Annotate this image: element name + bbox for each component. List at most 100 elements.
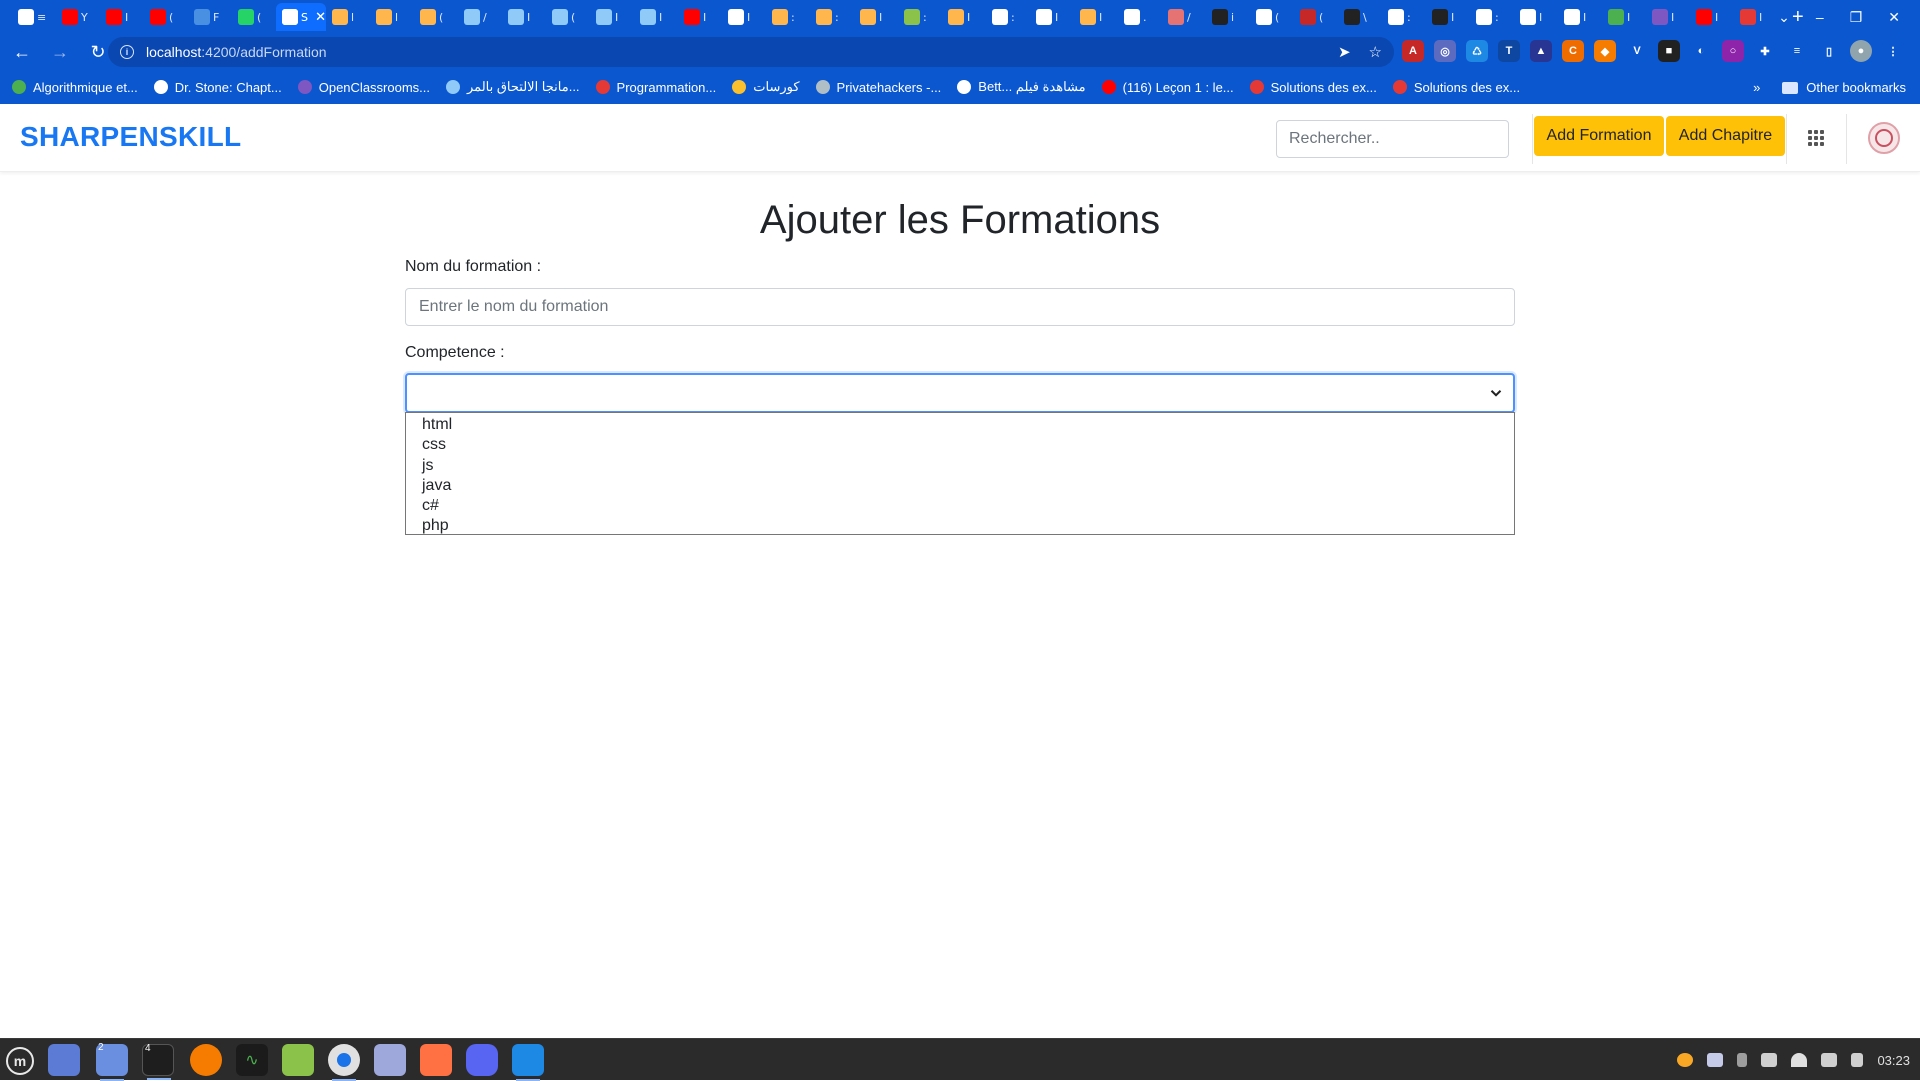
hat-extension-icon[interactable]: ■ (1658, 40, 1680, 62)
apps-grid-icon[interactable] (1808, 130, 1824, 146)
sublime-icon[interactable] (420, 1044, 452, 1076)
firefox-icon[interactable] (190, 1044, 222, 1076)
browser-tab[interactable]: I (1734, 3, 1778, 31)
browser-tab[interactable]: l (370, 3, 414, 31)
tray-app-icon[interactable] (1677, 1053, 1694, 1067)
search-input[interactable] (1276, 120, 1509, 158)
vscode-icon[interactable] (512, 1044, 544, 1081)
browser-tab[interactable]: I (1558, 3, 1602, 31)
close-tab-icon[interactable]: ✕ (315, 9, 326, 25)
browser-tab[interactable]: F (188, 3, 232, 31)
adblock-extension-icon[interactable]: A (1402, 40, 1424, 62)
browser-tab[interactable]: ( (1250, 3, 1294, 31)
browser-tab[interactable]: I (942, 3, 986, 31)
c-extension-icon[interactable]: C (1562, 40, 1584, 62)
browser-tab[interactable]: : (1382, 3, 1426, 31)
browser-tab[interactable]: I (1030, 3, 1074, 31)
bookmark-star-icon[interactable]: ☆ (1369, 43, 1382, 61)
browser-tab[interactable]: I (1514, 3, 1558, 31)
formation-name-input[interactable] (405, 288, 1515, 326)
browser-tab[interactable]: / (1162, 3, 1206, 31)
user-avatar[interactable] (1868, 122, 1900, 154)
discord-tray-icon[interactable] (1707, 1053, 1724, 1067)
bookmark-item[interactable]: Programmation... (595, 80, 716, 95)
browser-tab[interactable]: ( (414, 3, 458, 31)
browser-tab[interactable]: S ✕ (276, 3, 326, 31)
browser-tab[interactable]: ≡ (12, 3, 56, 31)
browser-tab[interactable]: I (1690, 3, 1734, 31)
show-desktop-icon[interactable] (48, 1044, 80, 1076)
browser-tab[interactable]: : (898, 3, 942, 31)
discord-icon[interactable] (466, 1044, 498, 1076)
maximize-icon[interactable]: ❐ (1850, 9, 1863, 26)
color-extension-icon[interactable]: ○ (1722, 40, 1744, 62)
minimize-icon[interactable]: – (1816, 9, 1824, 25)
circle-extension-icon[interactable]: ◐ (1690, 40, 1712, 62)
browser-tab[interactable]: \ (1338, 3, 1382, 31)
terminal-icon[interactable]: 4 (142, 1043, 174, 1080)
browser-tab[interactable]: I (1074, 3, 1118, 31)
browser-tab[interactable]: I (1426, 3, 1470, 31)
puzzle-extensions-icon[interactable]: ✚ (1754, 40, 1776, 62)
graduation-extension-icon[interactable]: ▲ (1530, 40, 1552, 62)
chrome-icon[interactable] (328, 1044, 360, 1081)
bookmark-item[interactable]: مانجا الالتحاق بالمر... (446, 79, 580, 95)
other-bookmarks-folder[interactable]: Other bookmarks (1782, 80, 1906, 95)
browser-tab[interactable]: ( (1294, 3, 1338, 31)
text-editor-icon[interactable] (374, 1044, 406, 1076)
competence-option[interactable]: html (406, 415, 1514, 435)
browser-tab[interactable]: I (100, 3, 144, 31)
bookmark-item[interactable]: Algorithmique et... (12, 80, 138, 95)
browser-tab[interactable]: . (1118, 3, 1162, 31)
competence-option[interactable]: c# (406, 496, 1514, 516)
browser-tab[interactable]: : (1470, 3, 1514, 31)
browser-tab[interactable]: : (766, 3, 810, 31)
browser-tab[interactable]: / (458, 3, 502, 31)
close-window-icon[interactable]: ✕ (1888, 9, 1900, 26)
tab-search-icon[interactable]: ⌄ (1778, 9, 1790, 26)
browser-tab[interactable]: I (502, 3, 546, 31)
profile-avatar-icon[interactable]: ● (1850, 40, 1872, 62)
browser-tab[interactable]: I (1602, 3, 1646, 31)
translate-extension-icon[interactable]: T (1498, 40, 1520, 62)
clock[interactable]: 03:23 (1877, 1053, 1910, 1068)
music-icon[interactable] (1821, 1053, 1838, 1067)
browser-tab[interactable]: I (722, 3, 766, 31)
add-chapitre-button[interactable]: Add Chapitre (1666, 116, 1785, 156)
browser-tab[interactable]: : (810, 3, 854, 31)
brand-logo[interactable]: SHARPENSKILL (20, 121, 241, 153)
bookmark-item[interactable]: Privatehackers -... (815, 80, 941, 95)
side-panel-icon[interactable]: ▯ (1818, 40, 1840, 62)
bookmark-item[interactable]: Solutions des ex... (1392, 80, 1520, 95)
competence-option[interactable]: php (406, 516, 1514, 536)
clipboard-icon[interactable] (1851, 1053, 1864, 1067)
bookmark-item[interactable]: (116) Leçon 1 : le... (1101, 80, 1234, 95)
browser-tab[interactable]: i (1206, 3, 1250, 31)
shield-icon[interactable] (1761, 1053, 1778, 1067)
competence-option[interactable]: java (406, 476, 1514, 496)
forward-button[interactable]: → (44, 36, 76, 68)
browser-tab[interactable]: I (634, 3, 678, 31)
sync-extension-icon[interactable]: ♺ (1466, 40, 1488, 62)
browser-tab[interactable]: ( (546, 3, 590, 31)
browser-tab[interactable]: Y (56, 3, 100, 31)
address-bar[interactable]: i localhost:4200/addFormation ➤ ☆ (108, 37, 1394, 67)
add-formation-button[interactable]: Add Formation (1534, 116, 1664, 156)
browser-tab[interactable]: l (326, 3, 370, 31)
vue-extension-icon[interactable]: V (1626, 40, 1648, 62)
browser-menu-icon[interactable]: ⋮ (1882, 40, 1904, 62)
reading-list-icon[interactable]: ≡ (1786, 40, 1808, 62)
browser-tab[interactable]: I (1646, 3, 1690, 31)
search-extension-icon[interactable]: ◎ (1434, 40, 1456, 62)
bookmark-item[interactable]: Dr. Stone: Chapt... (153, 80, 282, 95)
fox-extension-icon[interactable]: ◆ (1594, 40, 1616, 62)
start-menu-icon[interactable]: m (6, 1047, 34, 1075)
competence-option[interactable]: css (406, 435, 1514, 455)
send-icon[interactable]: ➤ (1338, 43, 1351, 61)
browser-tab[interactable]: I (854, 3, 898, 31)
system-monitor-icon[interactable]: ∿ (236, 1044, 268, 1076)
bookmark-item[interactable]: كورسات (732, 79, 800, 95)
bluetooth-icon[interactable] (1737, 1053, 1748, 1067)
competence-select[interactable] (405, 373, 1515, 413)
browser-tab[interactable]: I (590, 3, 634, 31)
